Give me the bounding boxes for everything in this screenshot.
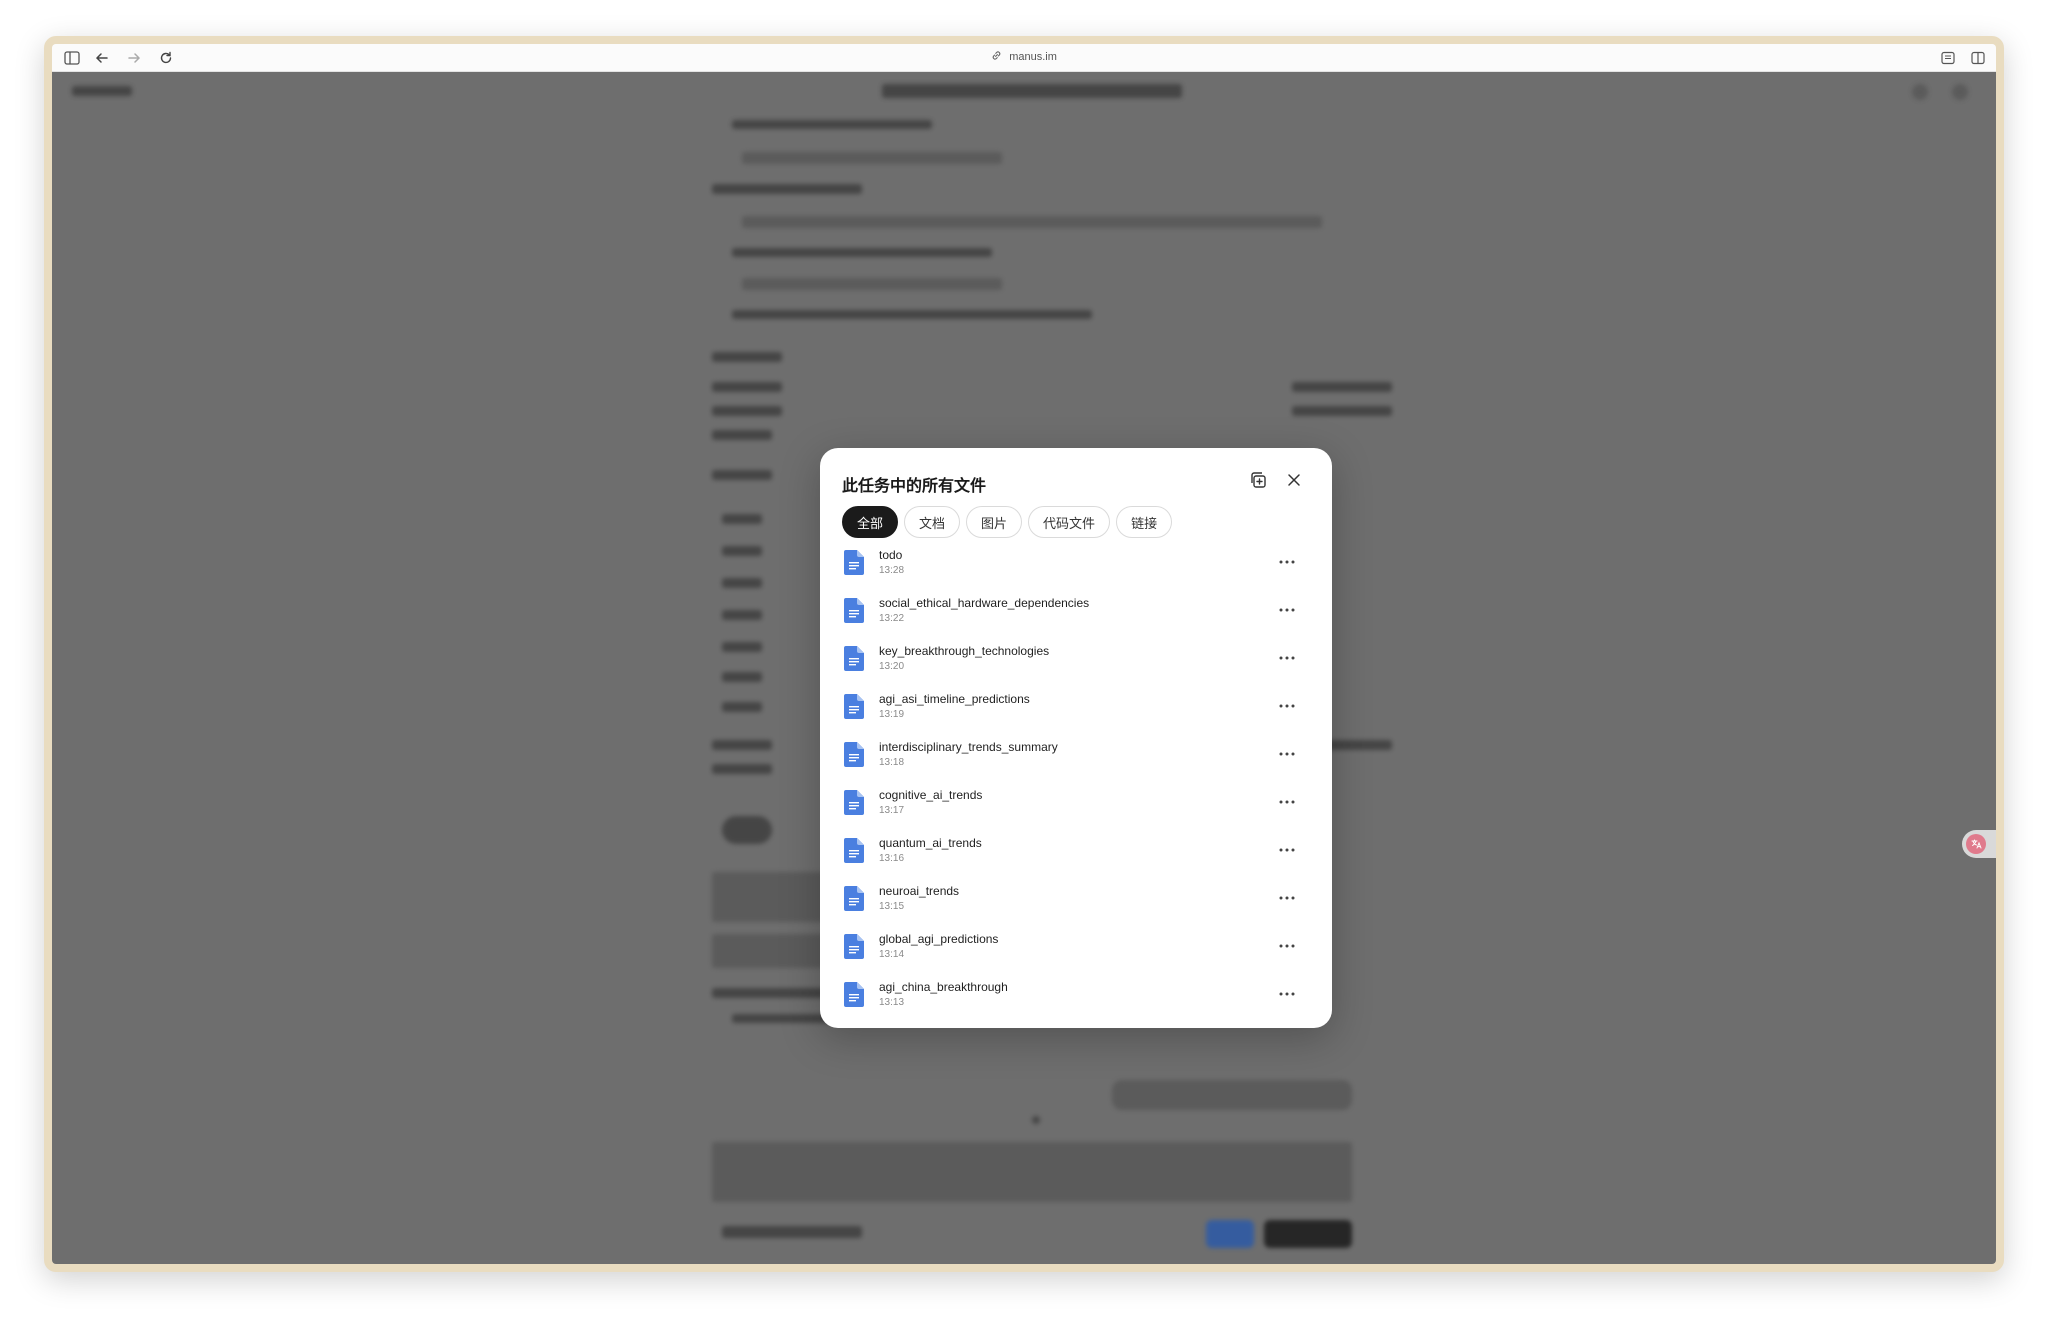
add-files-icon [1249,471,1267,494]
tab-code-files[interactable]: 代码文件 [1028,506,1111,538]
translate-icon [1966,834,1986,854]
file-name: key_breakthrough_technologies [879,644,1050,658]
file-name: social_ethical_hardware_dependencies [879,596,1090,610]
tab-links[interactable]: 链接 [1116,506,1173,538]
document-icon [844,838,864,863]
more-icon[interactable] [1276,936,1298,956]
more-icon[interactable] [1276,984,1298,1004]
document-icon [844,598,864,623]
more-icon[interactable] [1276,648,1298,668]
file-time: 13:15 [879,901,905,912]
browser-window: manus.im 此任务中的所有文件 全部 文档 图片 代码文件 链接 todo… [44,36,2004,1272]
file-name: quantum_ai_trends [879,836,982,850]
more-icon[interactable] [1276,600,1298,620]
file-name: interdisciplinary_trends_summary [879,740,1058,754]
file-list[interactable]: todo 13:28 social_ethical_hardware_depen… [820,546,1332,1008]
document-icon [844,886,864,911]
file-type-tabs: 全部 文档 图片 代码文件 链接 [842,506,1173,538]
document-icon [844,742,864,767]
file-row[interactable]: todo 13:28 [820,546,1332,586]
address-bar[interactable]: manus.im [52,50,1996,64]
reader-icon[interactable] [1938,48,1958,68]
file-row[interactable]: cognitive_ai_trends 13:17 [820,778,1332,826]
more-icon[interactable] [1276,840,1298,860]
file-time: 13:16 [879,853,905,864]
document-icon [844,790,864,815]
tab-all[interactable]: 全部 [842,506,899,538]
more-icon[interactable] [1276,696,1298,716]
browser-toolbar: manus.im [52,44,1996,72]
document-icon [844,694,864,719]
more-icon[interactable] [1276,888,1298,908]
file-name: agi_china_breakthrough [879,980,1008,994]
document-icon [844,934,864,959]
file-time: 13:13 [879,997,905,1008]
file-row[interactable]: agi_china_breakthrough 13:13 [820,970,1332,1008]
split-view-icon[interactable] [1968,48,1988,68]
file-time: 13:14 [879,949,905,960]
file-name: agi_asi_timeline_predictions [879,692,1030,706]
modal-title: 此任务中的所有文件 [842,478,987,495]
file-time: 13:22 [879,613,905,624]
link-icon [991,50,1002,64]
file-row[interactable]: key_breakthrough_technologies 13:20 [820,634,1332,682]
url-text: manus.im [1009,50,1057,63]
more-icon[interactable] [1276,792,1298,812]
files-modal: 此任务中的所有文件 全部 文档 图片 代码文件 链接 todo 13:28 so… [820,448,1332,1028]
close-icon [1287,473,1301,492]
tab-documents[interactable]: 文档 [904,506,961,538]
file-row[interactable]: global_agi_predictions 13:14 [820,922,1332,970]
file-name: neuroai_trends [879,884,960,898]
document-icon [844,646,864,671]
more-icon[interactable] [1276,744,1298,764]
translate-widget[interactable] [1962,830,1996,858]
file-row[interactable]: interdisciplinary_trends_summary 13:18 [820,730,1332,778]
file-row[interactable]: agi_asi_timeline_predictions 13:19 [820,682,1332,730]
file-name: cognitive_ai_trends [879,788,983,802]
tab-images[interactable]: 图片 [966,506,1023,538]
document-icon [844,982,864,1007]
add-files-button[interactable] [1246,470,1270,494]
file-time: 13:28 [879,565,905,576]
file-name: global_agi_predictions [879,932,999,946]
close-button[interactable] [1282,470,1306,494]
file-row[interactable]: quantum_ai_trends 13:16 [820,826,1332,874]
file-name: todo [879,548,903,562]
file-row[interactable]: social_ethical_hardware_dependencies 13:… [820,586,1332,634]
file-time: 13:17 [879,805,905,816]
more-icon[interactable] [1276,552,1298,572]
file-time: 13:19 [879,709,905,720]
document-icon [844,550,864,575]
file-time: 13:18 [879,757,905,768]
page-overlay[interactable]: 此任务中的所有文件 全部 文档 图片 代码文件 链接 todo 13:28 so… [52,72,1996,1264]
file-row[interactable]: neuroai_trends 13:15 [820,874,1332,922]
file-time: 13:20 [879,661,905,672]
